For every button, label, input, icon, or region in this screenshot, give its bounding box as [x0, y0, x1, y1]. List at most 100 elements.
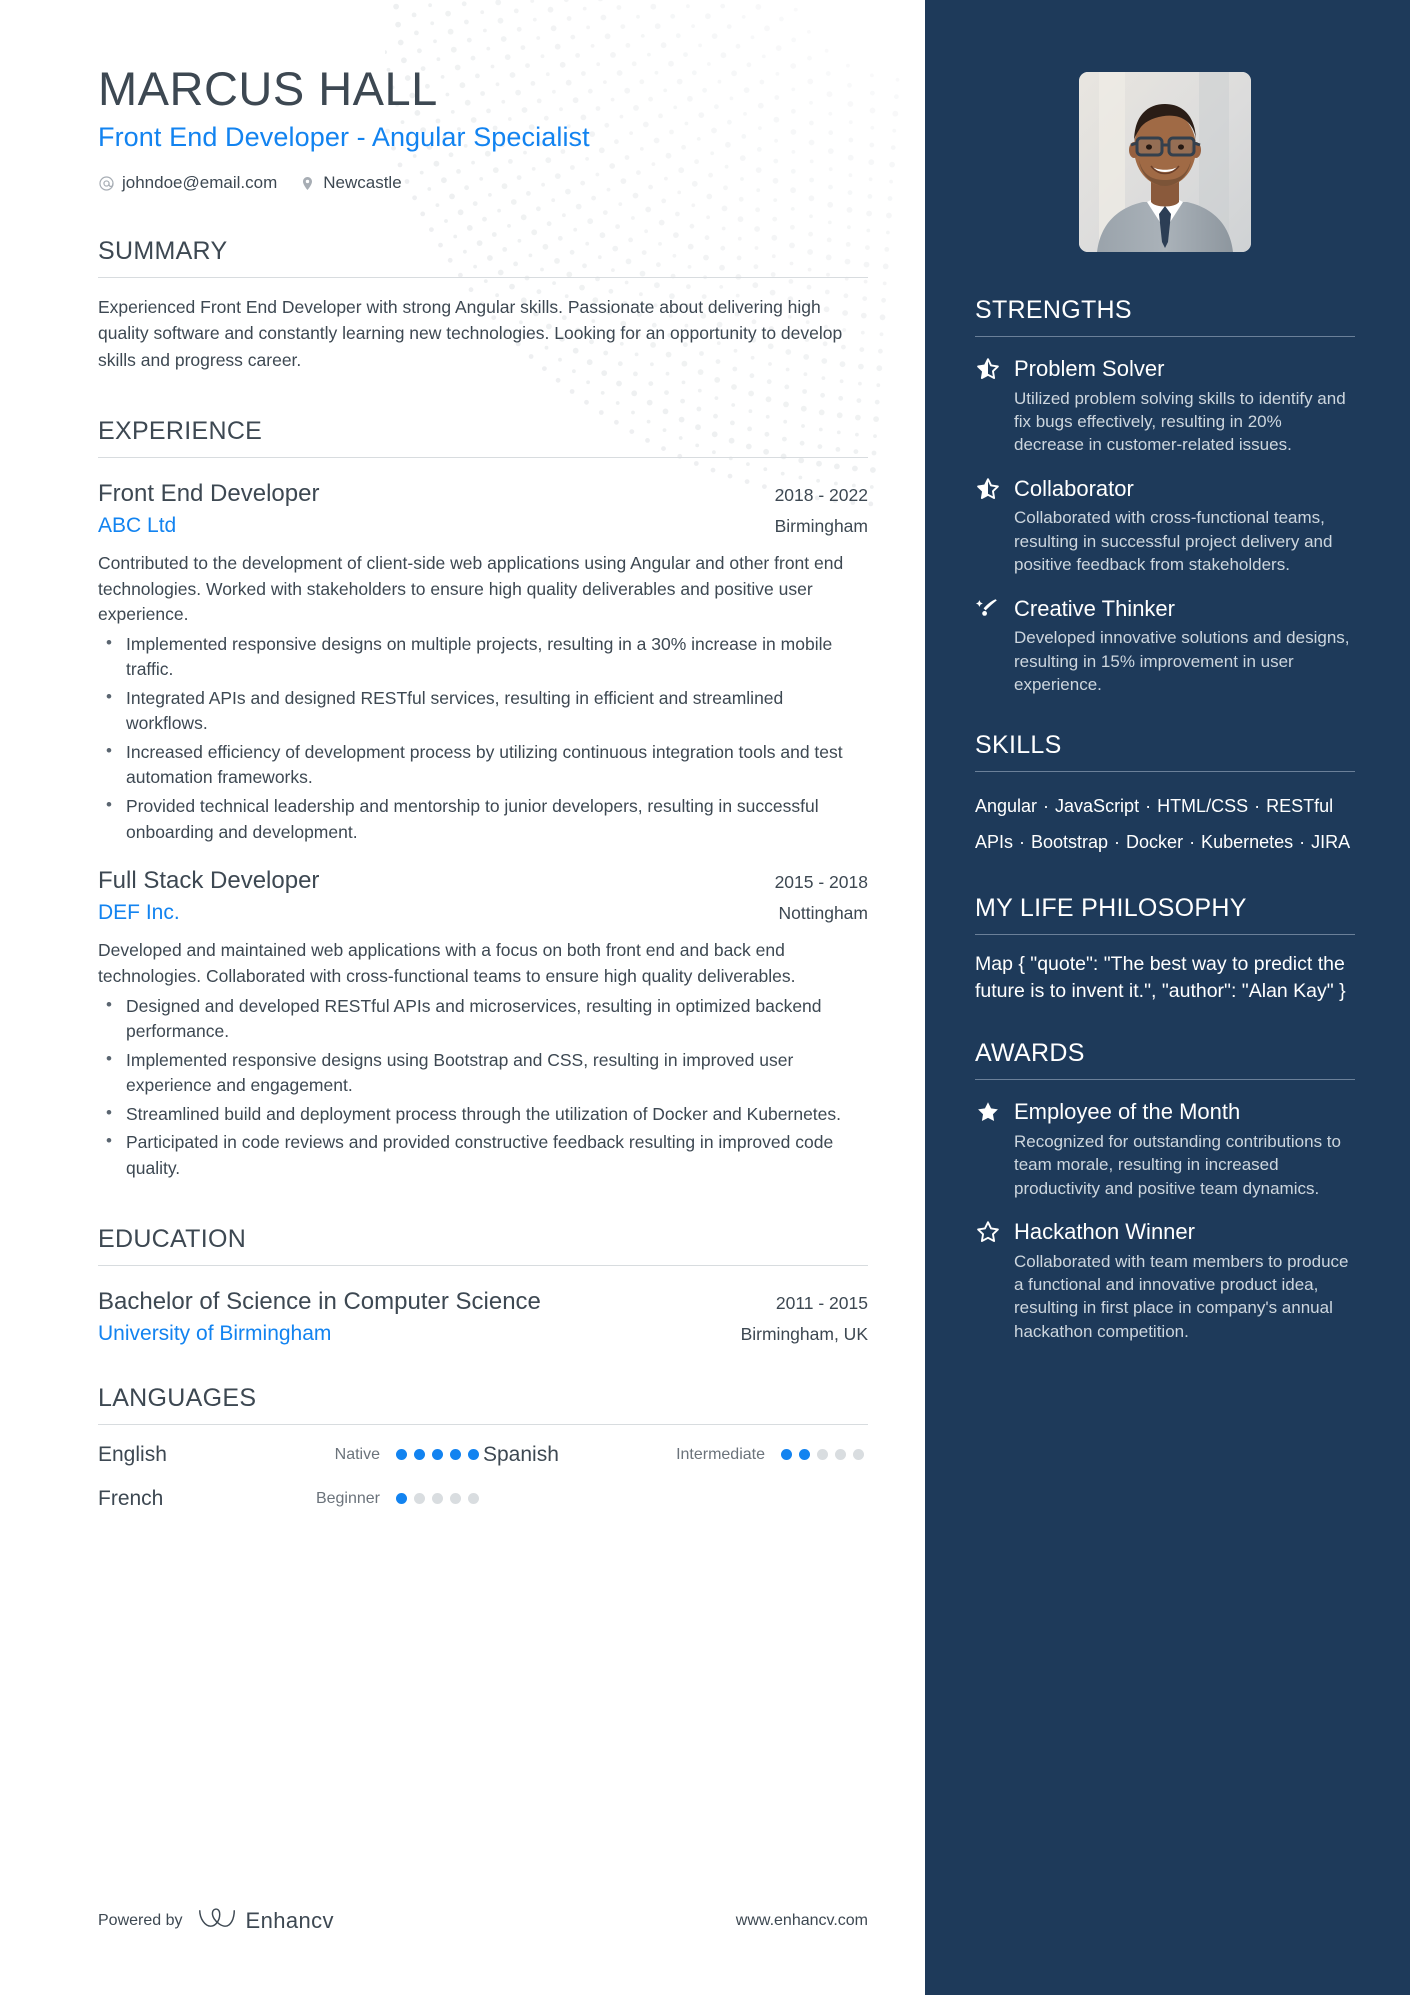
language-item: English Native [98, 1443, 483, 1467]
language-item: French Beginner [98, 1487, 483, 1511]
strength-header: Creative Thinker [975, 595, 1355, 623]
contact-row: johndoe@email.com Newcastle [98, 173, 868, 193]
job-description: Contributed to the development of client… [98, 553, 844, 625]
language-level: Native [334, 1445, 380, 1463]
strength-description: Developed innovative solutions and desig… [1014, 628, 1350, 695]
job-location: Nottingham [778, 903, 869, 924]
award-description: Collaborated with team members to produc… [1014, 1251, 1349, 1341]
award-header: Hackathon Winner [975, 1218, 1355, 1246]
entry-subheader: University of Birmingham Birmingham, UK [98, 1320, 868, 1347]
language-rating-dots [396, 1449, 479, 1461]
enhancv-logo-icon [197, 1906, 237, 1935]
rating-dot-filled [414, 1449, 425, 1461]
list-item: Participated in code reviews and provide… [98, 1129, 868, 1181]
award-item: Employee of the Month Recognized for out… [975, 1098, 1355, 1200]
strength-item: Creative Thinker Developed innovative so… [975, 595, 1355, 697]
awards-heading: AWARDS [975, 1039, 1085, 1068]
strength-title: Problem Solver [1014, 356, 1165, 381]
degree-dates: 2011 - 2015 [775, 1293, 868, 1314]
rating-dot-filled [432, 1449, 443, 1461]
rating-dot-filled [781, 1449, 792, 1461]
rating-dot-empty [835, 1449, 846, 1461]
at-icon [98, 175, 115, 192]
school-location: Birmingham, UK [740, 1324, 868, 1345]
job-dates: 2015 - 2018 [774, 872, 868, 893]
divider [975, 336, 1355, 337]
philosophy-text: Map { "quote": "The best way to predict … [975, 952, 1346, 1002]
star-half-icon [975, 356, 1001, 382]
strength-item: Problem Solver Utilized problem solving … [975, 355, 1355, 457]
education-heading: EDUCATION [98, 1225, 247, 1254]
awards-section: AWARDS Employee of the Month Recognized … [975, 1039, 1355, 1343]
summary-text: Experienced Front End Developer with str… [98, 297, 843, 370]
strength-item: Collaborator Collaborated with cross-fun… [975, 475, 1355, 577]
entry-subheader: ABC Ltd Birmingham [98, 512, 868, 539]
education-entry: Bachelor of Science in Computer Science … [98, 1287, 868, 1347]
experience-section: EXPERIENCE Front End Developer 2018 - 20… [98, 417, 868, 1182]
job-location: Birmingham [774, 515, 868, 536]
skills-section: SKILLS Angular · JavaScript · HTML/CSS ·… [975, 731, 1355, 860]
award-title: Hackathon Winner [1014, 1219, 1195, 1245]
strength-title: Creative Thinker [1014, 595, 1175, 621]
rating-dot-empty [432, 1493, 443, 1505]
rating-dot-filled [468, 1449, 479, 1461]
language-rating-dots [781, 1449, 864, 1461]
award-title: Employee of the Month [1014, 1099, 1241, 1125]
contact-email: johndoe@email.com [98, 173, 277, 193]
philosophy-heading: MY LIFE PHILOSOPHY [975, 893, 1247, 922]
strength-description: Utilized problem solving skills to ident… [1014, 388, 1346, 455]
avatar-wrap [975, 72, 1355, 252]
list-item: Designed and developed RESTful APIs and … [98, 992, 868, 1045]
shooting-star-icon [975, 595, 1001, 621]
school-name[interactable]: University of Birmingham [98, 1320, 331, 1347]
language-rating-dots [396, 1493, 479, 1505]
job-role: Full Stack Developer [98, 867, 320, 895]
education-section: EDUCATION Bachelor of Science in Compute… [98, 1225, 868, 1347]
divider [975, 770, 1355, 772]
page-footer: Powered by Enhancv www.enhancv.com [98, 1906, 868, 1935]
language-name: English [98, 1442, 167, 1466]
strengths-section: STRENGTHS Problem Solver Utilized proble… [975, 296, 1355, 697]
list-item: Implemented responsive designs on multip… [98, 631, 868, 683]
list-item: Increased efficiency of development proc… [98, 739, 868, 791]
footer-website[interactable]: www.enhancv.com [736, 1912, 868, 1930]
job-bullets: Implemented responsive designs on multip… [98, 631, 868, 845]
skills-list: Angular · JavaScript · HTML/CSS · RESTfu… [975, 795, 1351, 852]
strength-title: Collaborator [1014, 475, 1134, 501]
job-description: Developed and maintained web application… [98, 940, 796, 986]
page-title: MARCUS HALL [98, 62, 438, 115]
list-item: Implemented responsive designs using Boo… [98, 1047, 868, 1099]
entry-header: Full Stack Developer 2015 - 2018 [98, 866, 868, 896]
language-item: Spanish Intermediate [483, 1443, 868, 1467]
philosophy-section: MY LIFE PHILOSOPHY Map { "quote": "The b… [975, 894, 1355, 1006]
award-item: Hackathon Winner Collaborated with team … [975, 1218, 1355, 1343]
degree-name: Bachelor of Science in Computer Science [98, 1288, 541, 1316]
language-level: Intermediate [676, 1445, 765, 1463]
entry-subheader: DEF Inc. Nottingham [98, 899, 868, 926]
powered-by-label: Powered by [98, 1911, 183, 1929]
enhancv-logo: Enhancv [197, 1906, 334, 1935]
strength-description: Collaborated with cross-functional teams… [1014, 508, 1333, 575]
rating-dot-empty [817, 1449, 828, 1461]
divider [975, 1079, 1355, 1081]
divider [98, 277, 868, 279]
entry-header: Front End Developer 2018 - 2022 [98, 479, 868, 509]
skills-heading: SKILLS [975, 730, 1062, 759]
rating-dot-empty [450, 1493, 461, 1505]
language-name: French [98, 1486, 164, 1510]
contact-location: Newcastle [299, 173, 402, 193]
list-item: Streamlined build and deployment process… [98, 1101, 868, 1128]
job-role: Front End Developer [98, 479, 320, 507]
footer-branding: Powered by Enhancv [98, 1906, 334, 1935]
summary-heading: SUMMARY [98, 237, 228, 266]
location-text: Newcastle [323, 173, 402, 193]
rating-dot-filled [396, 1493, 407, 1505]
languages-heading: LANGUAGES [98, 1383, 257, 1412]
company-name[interactable]: ABC Ltd [98, 512, 176, 539]
star-filled-icon [975, 1099, 1001, 1125]
experience-heading: EXPERIENCE [98, 416, 263, 445]
company-name[interactable]: DEF Inc. [98, 899, 180, 926]
experience-entry: Front End Developer 2018 - 2022 ABC Ltd … [98, 479, 868, 845]
main-column: MARCUS HALL Front End Developer - Angula… [0, 0, 925, 1995]
star-half-icon [975, 476, 1001, 502]
